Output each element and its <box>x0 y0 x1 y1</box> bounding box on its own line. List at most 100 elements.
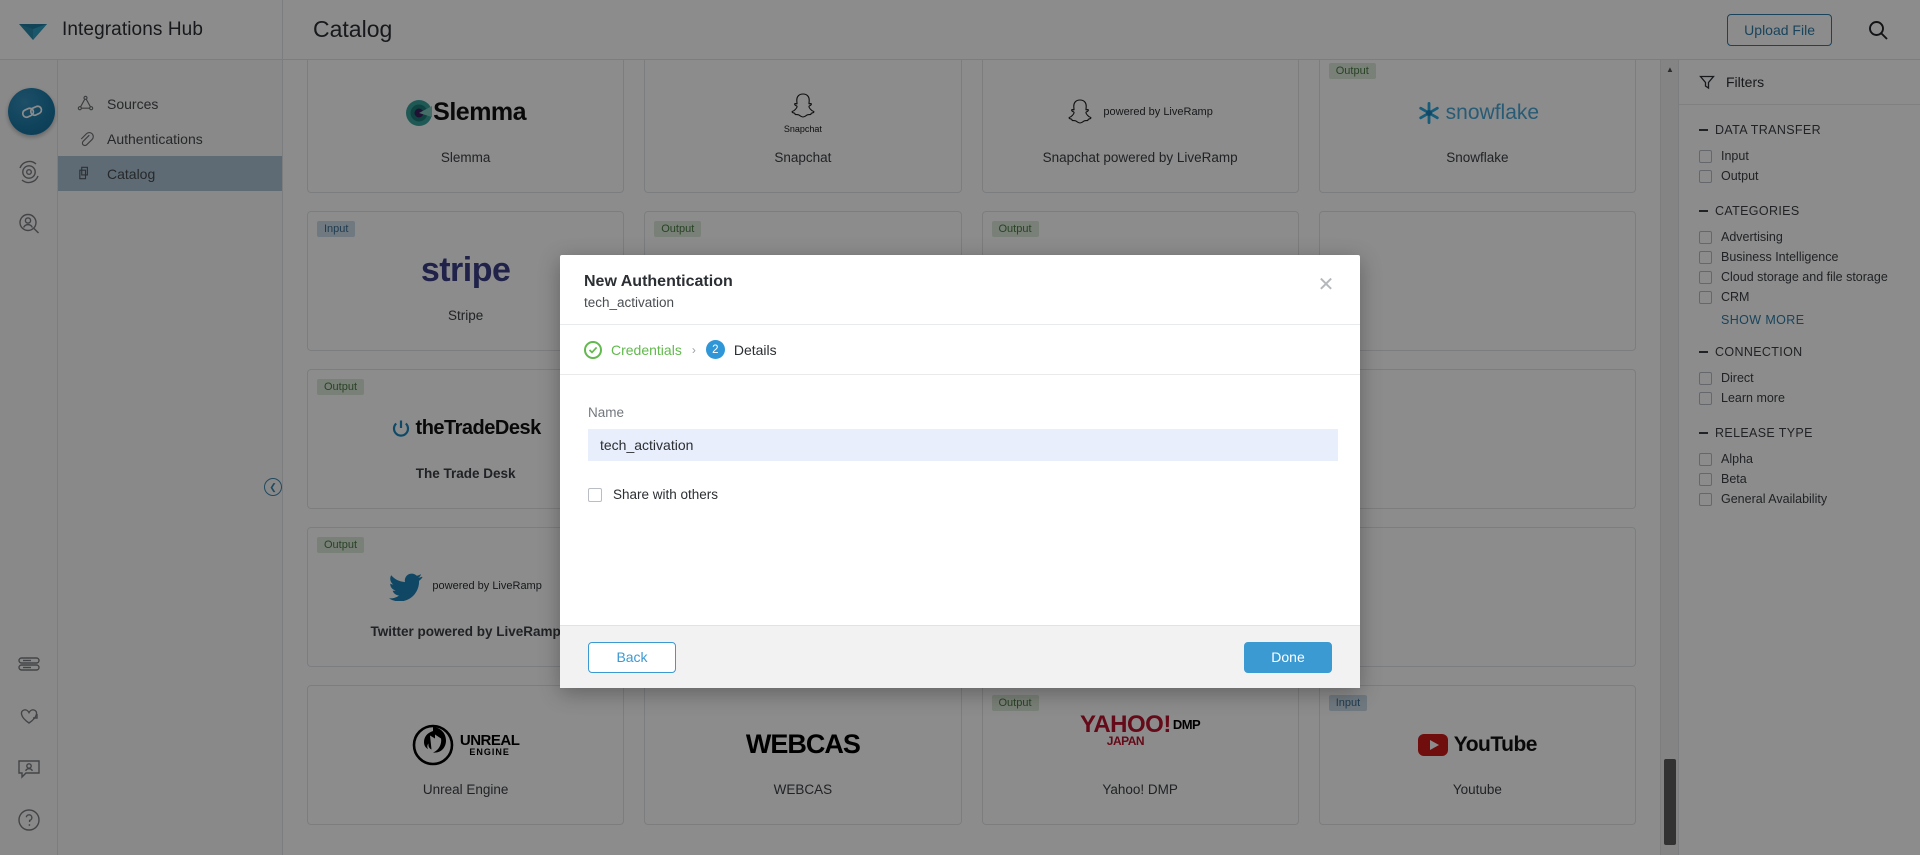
filter-option-output[interactable]: Output <box>1699 166 1900 186</box>
filter-group-label: DATA TRANSFER <box>1715 123 1821 137</box>
checkbox[interactable] <box>1699 149 1712 163</box>
step-details[interactable]: 2 Details <box>705 340 777 359</box>
catalog-card[interactable]: Output YAHOO! JAPAN DMP Yahoo! DMP <box>981 685 1299 825</box>
checkbox[interactable] <box>1699 472 1712 486</box>
filter-group-header[interactable]: CONNECTION <box>1699 345 1900 359</box>
filter-option-business-intelligence[interactable]: Business Intelligence <box>1699 247 1900 267</box>
sidebar-item-label: Catalog <box>107 165 156 182</box>
checkbox[interactable] <box>1699 391 1712 405</box>
checkbox[interactable] <box>1699 492 1712 506</box>
filter-group-release-type: RELEASE TYPE Alpha Beta General Availabi… <box>1699 426 1900 509</box>
catalog-card[interactable]: Output snowflake Snowflake <box>1318 60 1636 193</box>
step-credentials[interactable]: Credentials <box>584 340 682 359</box>
filter-option-alpha[interactable]: Alpha <box>1699 449 1900 469</box>
sidebar-item-sources[interactable]: Sources <box>58 86 282 121</box>
filter-option-learn-more[interactable]: Learn more <box>1699 388 1900 408</box>
page-title: Catalog <box>313 16 393 42</box>
filter-option-crm[interactable]: CRM <box>1699 287 1900 307</box>
step-number: 2 <box>705 340 725 359</box>
sidebar-item-authentications[interactable]: Authentications <box>58 121 282 156</box>
list-lines-icon[interactable] <box>16 651 42 677</box>
filter-option-label: Output <box>1721 169 1759 183</box>
card-title: Stripe <box>447 307 484 323</box>
share-with-others-row[interactable]: Share with others <box>588 487 1332 502</box>
card-badge: Output <box>991 221 1039 237</box>
catalog-card[interactable]: UNREAL ENGINE Unreal Engine <box>307 685 625 825</box>
user-search-icon[interactable] <box>16 211 42 237</box>
catalog-card[interactable]: WEBCAS WEBCAS <box>644 685 962 825</box>
card-badge: Input <box>1328 695 1368 711</box>
filter-group-header[interactable]: CATEGORIES <box>1699 204 1900 218</box>
checkbox[interactable] <box>1699 371 1712 385</box>
chevron-left-icon: ❮ <box>269 481 277 492</box>
checkbox[interactable] <box>1699 290 1712 304</box>
catalog-card[interactable]: Slemma Slemma <box>307 60 625 193</box>
filter-option-label: CRM <box>1721 290 1750 304</box>
scrollbar-thumb[interactable] <box>1664 759 1676 845</box>
app-root: Integrations Hub Catalog Upload File Sou… <box>0 0 1920 855</box>
done-button[interactable]: Done <box>1244 641 1332 673</box>
checkbox[interactable] <box>1699 250 1712 264</box>
card-badge: Input <box>317 221 356 237</box>
filter-group-connection: CONNECTION Direct Learn more <box>1699 345 1900 408</box>
filter-group-header[interactable]: DATA TRANSFER <box>1699 123 1900 137</box>
catalog-card[interactable] <box>1318 527 1636 667</box>
sidebar-collapse-button[interactable]: ❮ <box>264 478 282 496</box>
card-badge: Output <box>991 695 1039 711</box>
card-logo: YAHOO! JAPAN DMP <box>1080 710 1201 749</box>
checkbox[interactable] <box>588 487 602 502</box>
filter-option-cloud-storage[interactable]: Cloud storage and file storage <box>1699 267 1900 287</box>
brand-zone: Integrations Hub <box>0 0 283 60</box>
sidebar-item-catalog[interactable]: Catalog <box>58 156 282 191</box>
catalog-scrollbar[interactable]: ▲ <box>1660 60 1678 855</box>
catalog-card[interactable]: Snapchat Snapchat <box>644 60 962 193</box>
gear-sync-icon[interactable] <box>16 159 42 185</box>
topbar-actions: Upload File <box>1727 13 1920 46</box>
filters-header: Filters <box>1679 60 1920 105</box>
card-title: Twitter powered by LiveRamp <box>370 623 561 639</box>
name-input[interactable] <box>588 429 1338 461</box>
card-badge: Output <box>1328 63 1376 79</box>
upload-file-button[interactable]: Upload File <box>1727 13 1832 46</box>
catalog-card[interactable] <box>1318 211 1636 351</box>
minus-icon <box>1699 129 1708 131</box>
dialog-header: New Authentication tech_activation ✕ <box>560 255 1360 325</box>
checkbox[interactable] <box>1699 452 1712 466</box>
sidebar-nav: Sources Authentications Catalog <box>58 60 283 855</box>
card-logo: YouTube <box>1417 714 1537 776</box>
checkbox[interactable] <box>1699 230 1712 244</box>
filter-option-beta[interactable]: Beta <box>1699 469 1900 489</box>
filter-group-header[interactable]: RELEASE TYPE <box>1699 426 1900 440</box>
link-chain-icon <box>21 104 42 118</box>
back-button[interactable]: Back <box>588 641 676 673</box>
catalog-card[interactable]: powered by LiveRamp Snapchat powered by … <box>981 60 1299 193</box>
filter-option-label: Direct <box>1721 371 1754 385</box>
filter-group-categories: CATEGORIES Advertising Business Intellig… <box>1699 204 1900 327</box>
filter-option-label: General Availability <box>1721 492 1828 506</box>
filter-option-advertising[interactable]: Advertising <box>1699 227 1900 247</box>
help-circle-icon[interactable] <box>16 807 42 833</box>
filter-option-label: Beta <box>1721 472 1747 486</box>
card-logo: Snapchat <box>784 82 822 144</box>
catalog-card[interactable] <box>1318 369 1636 509</box>
checkbox[interactable] <box>1699 270 1712 284</box>
show-more-button[interactable]: SHOW MORE <box>1721 313 1900 327</box>
catalog-card[interactable]: Input YouTube Youtube <box>1318 685 1636 825</box>
close-icon[interactable]: ✕ <box>1314 273 1338 297</box>
user-chat-icon[interactable] <box>16 755 42 781</box>
rail-item-integrations[interactable] <box>8 88 55 135</box>
filter-option-general-availability[interactable]: General Availability <box>1699 489 1900 509</box>
filter-option-direct[interactable]: Direct <box>1699 368 1900 388</box>
step-label: Details <box>733 341 777 358</box>
heart-arrow-icon[interactable] <box>16 703 42 729</box>
search-icon[interactable] <box>1866 18 1890 42</box>
card-title: Yahoo! DMP <box>1102 781 1178 797</box>
youtube-icon <box>1417 733 1448 756</box>
card-title: Snapchat <box>774 149 832 165</box>
filters-title: Filters <box>1726 74 1765 90</box>
filter-option-input[interactable]: Input <box>1699 146 1900 166</box>
card-logo: powered by LiveRamp <box>389 556 542 618</box>
filter-option-label: Input <box>1721 149 1749 163</box>
checkbox[interactable] <box>1699 169 1712 183</box>
scrollbar-up-arrow[interactable]: ▲ <box>1661 60 1679 78</box>
